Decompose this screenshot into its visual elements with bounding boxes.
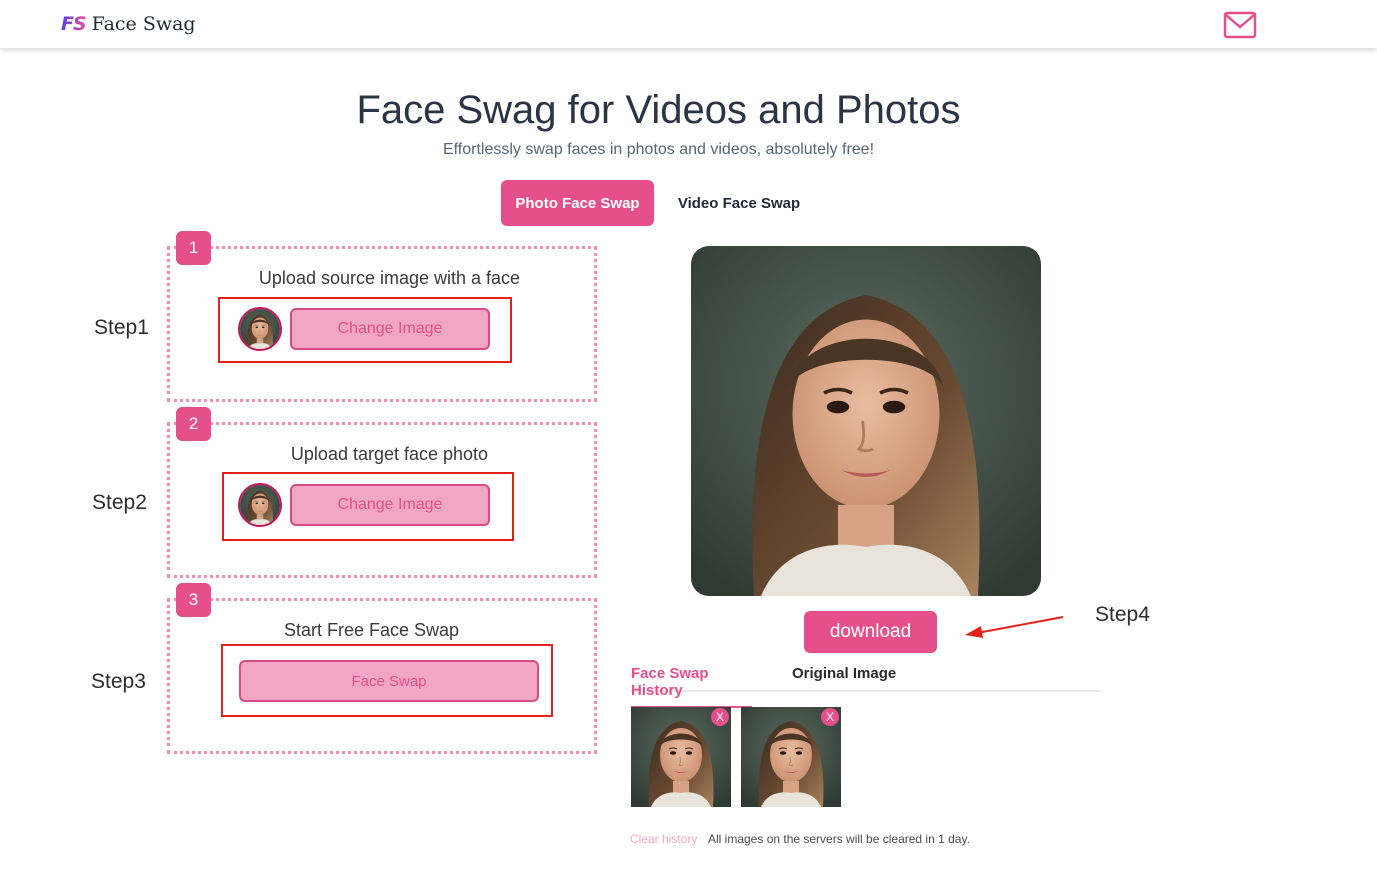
result-image bbox=[691, 246, 1041, 596]
page-subtitle: Effortlessly swap faces in photos and vi… bbox=[442, 141, 875, 158]
step1-instruction: Upload source image with a face bbox=[258, 268, 521, 288]
tab-video-face-swap[interactable]: Video Face Swap bbox=[667, 180, 811, 226]
step2-side-label: Step2 bbox=[92, 491, 147, 514]
server-retention-note: All images on the servers will be cleare… bbox=[708, 832, 970, 846]
change-target-image-button[interactable]: Change Image bbox=[290, 484, 490, 526]
remove-history-item-button[interactable]: X bbox=[711, 708, 729, 726]
history-thumbnail[interactable]: X bbox=[631, 707, 731, 807]
page-title: Face Swag for Videos and Photos bbox=[356, 88, 961, 132]
source-face-avatar[interactable] bbox=[238, 307, 282, 351]
step2-instruction: Upload target face photo bbox=[290, 444, 489, 464]
logo-mark: FS bbox=[61, 13, 87, 35]
step3-instruction: Start Free Face Swap bbox=[283, 620, 460, 640]
logo[interactable]: FS Face Swag bbox=[61, 12, 196, 36]
tab-photo-face-swap[interactable]: Photo Face Swap bbox=[501, 180, 654, 226]
annotation-arrow-icon bbox=[965, 616, 1064, 638]
download-button[interactable]: download bbox=[804, 611, 937, 653]
face-swap-button[interactable]: Face Swap bbox=[239, 660, 539, 702]
step1-number-badge: 1 bbox=[176, 231, 211, 265]
step3-side-label: Step3 bbox=[91, 670, 146, 693]
tab-original-image[interactable]: Original Image bbox=[792, 665, 896, 682]
clear-history-link[interactable]: Clear history bbox=[630, 832, 697, 846]
tab-face-swap-history[interactable]: Face Swap History bbox=[631, 665, 752, 708]
logo-text: Face Swag bbox=[91, 13, 196, 35]
top-header: FS Face Swag bbox=[0, 0, 1377, 49]
step3-number-badge: 3 bbox=[176, 583, 211, 617]
history-thumbnail[interactable]: X bbox=[741, 707, 841, 807]
remove-history-item-button[interactable]: X bbox=[821, 708, 839, 726]
step4-side-label: Step4 bbox=[1095, 603, 1150, 626]
history-tabs: Face Swap History Original Image bbox=[631, 661, 1101, 708]
envelope-icon[interactable] bbox=[1223, 11, 1257, 39]
step1-side-label: Step1 bbox=[94, 316, 149, 339]
target-face-avatar[interactable] bbox=[238, 483, 282, 527]
step2-number-badge: 2 bbox=[176, 407, 211, 441]
change-source-image-button[interactable]: Change Image bbox=[290, 308, 490, 350]
